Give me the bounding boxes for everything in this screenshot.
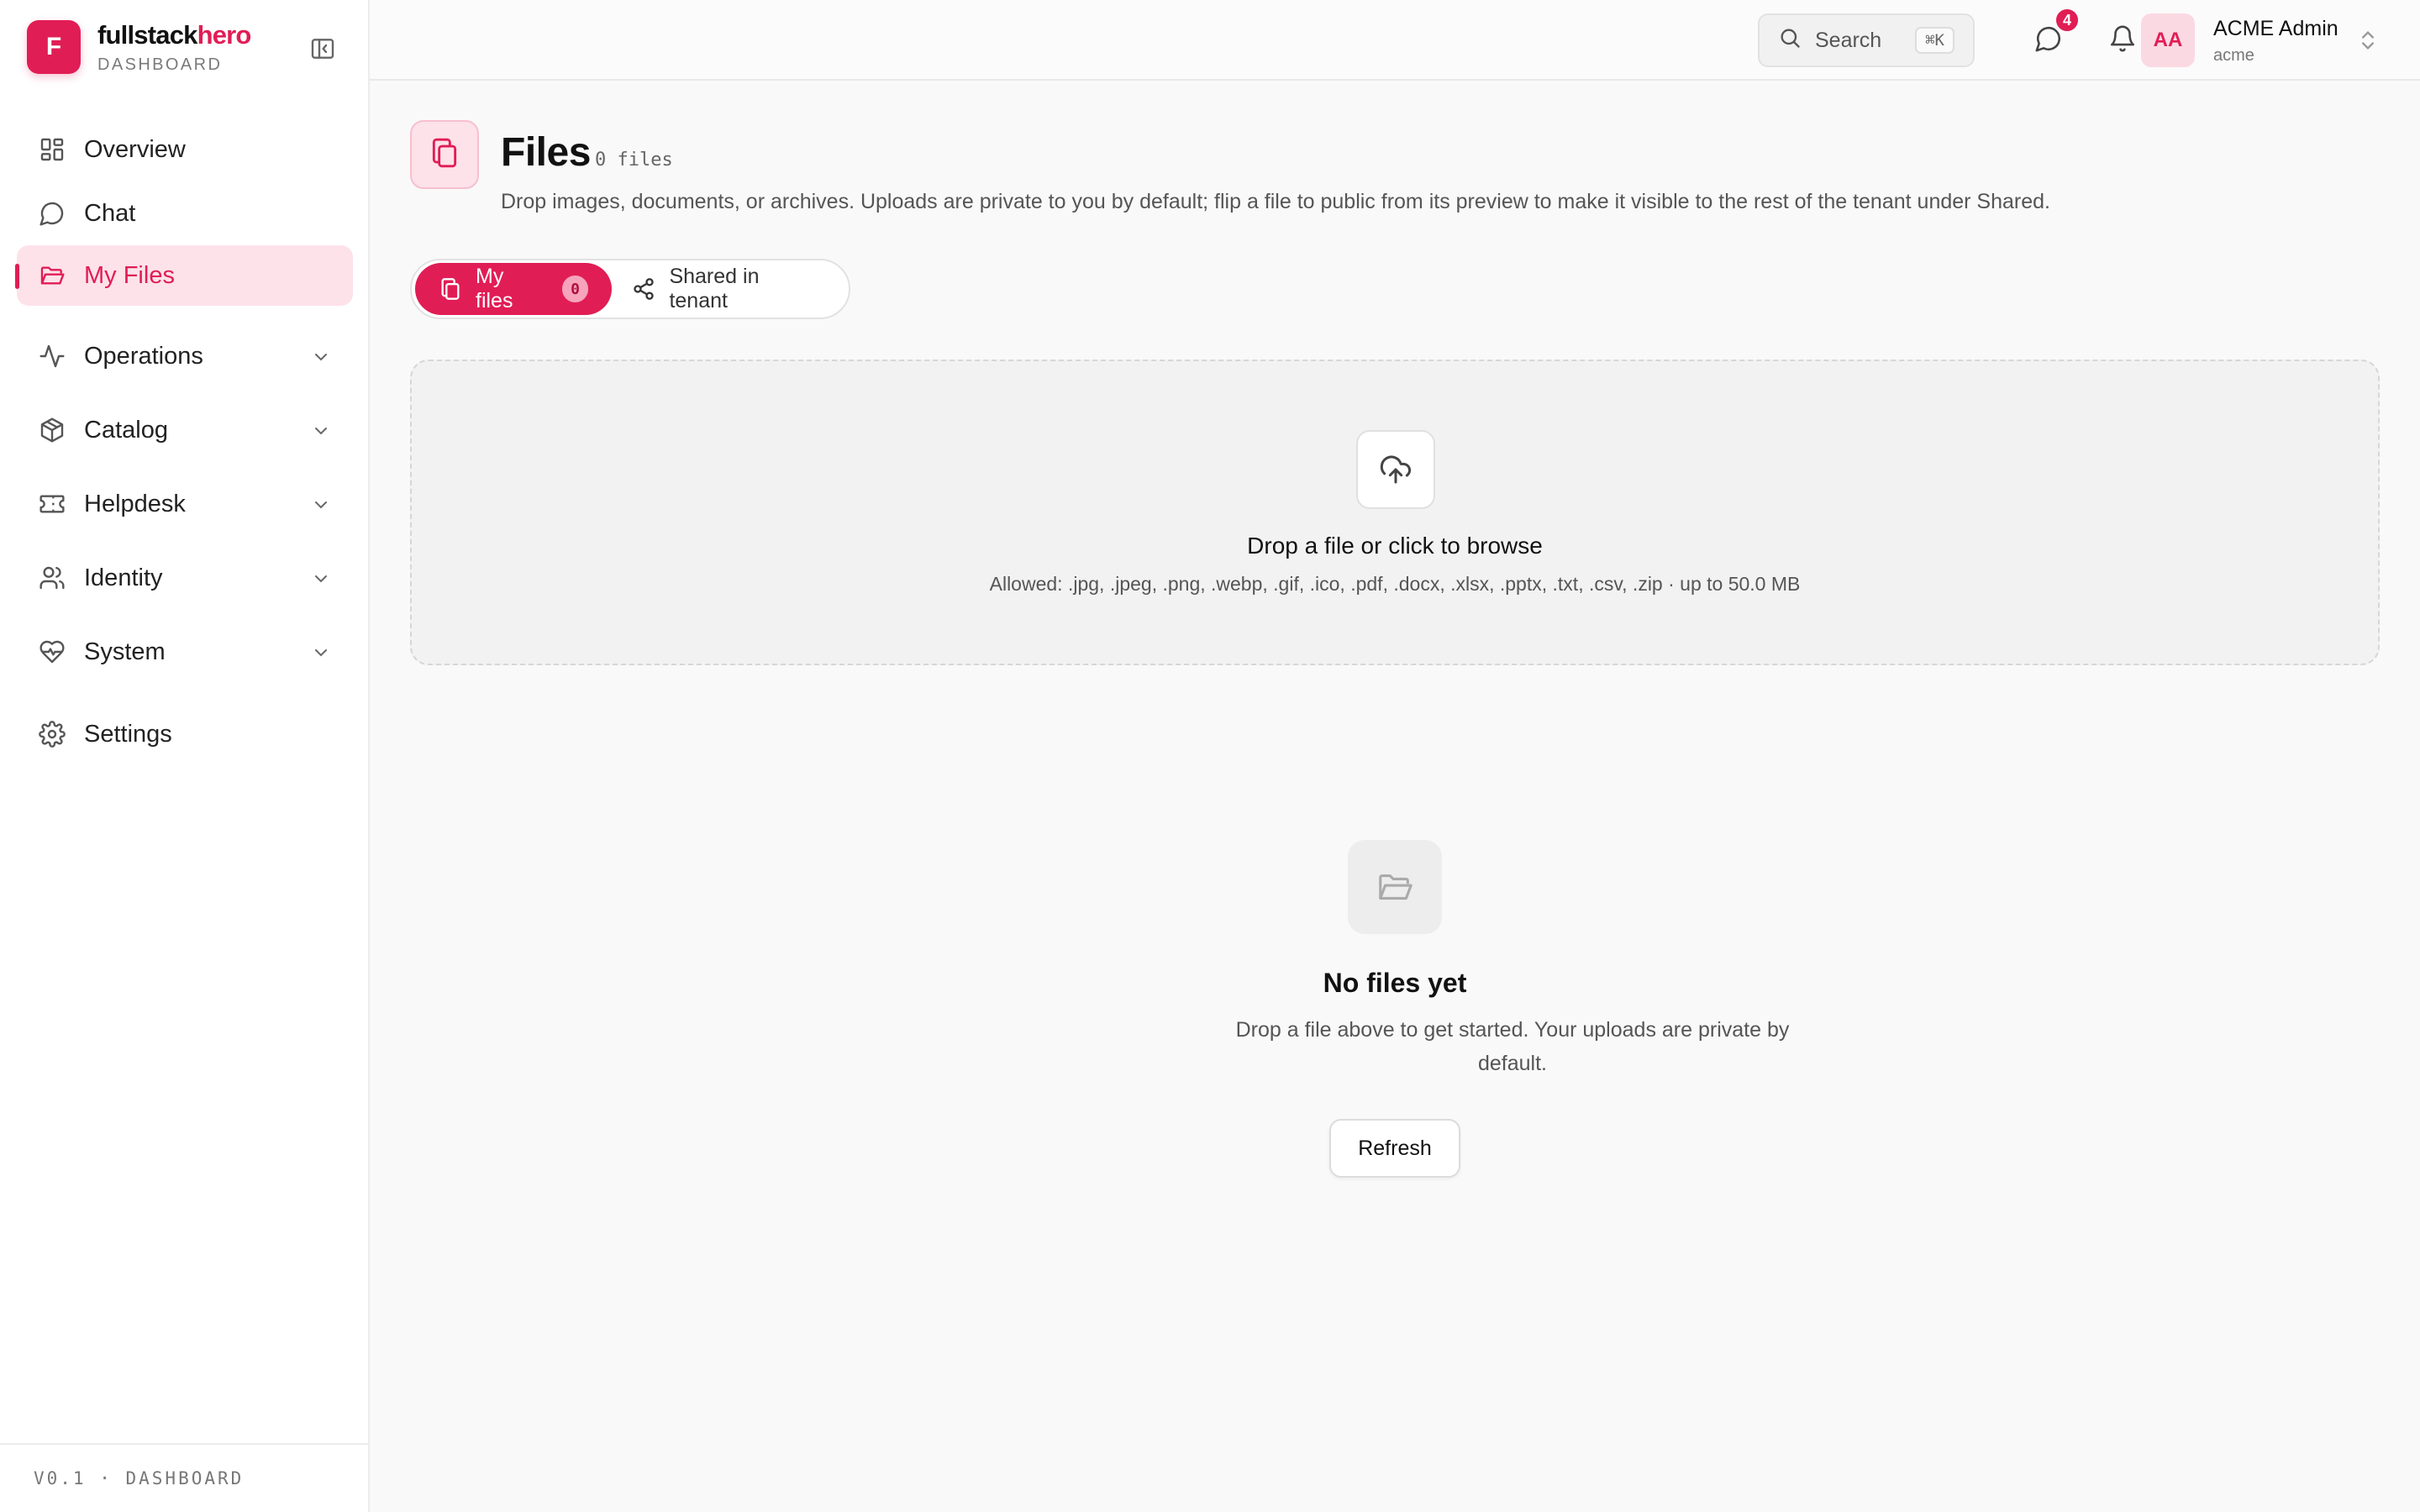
empty-state-description: Drop a file above to get started. Your u… xyxy=(1235,1018,1790,1075)
chevron-down-icon xyxy=(311,568,331,588)
grid-icon xyxy=(37,134,67,165)
sidebar-item-label: Settings xyxy=(84,720,172,748)
page-title: Files xyxy=(501,130,591,175)
box-icon xyxy=(37,415,67,445)
sidebar-item-label: Identity xyxy=(84,564,163,591)
sidebar-item-helpdesk[interactable]: Helpdesk xyxy=(17,474,353,534)
sidebar-item-label: Helpdesk xyxy=(84,490,186,517)
folder-open-icon xyxy=(1348,840,1442,934)
search-label: Search xyxy=(1815,28,1882,52)
heart-pulse-icon xyxy=(37,637,67,667)
files-tabs: My files 0 Shared in tenant xyxy=(410,259,850,319)
tab-shared-in-tenant[interactable]: Shared in tenant xyxy=(612,263,845,315)
dropzone-title: Drop a file or click to browse xyxy=(1247,533,1543,559)
main-content: Search ⌘K 4 AA ACME Admin acme Files 0 f… xyxy=(370,0,2420,1512)
search-button[interactable]: Search ⌘K xyxy=(1758,13,1975,67)
sidebar-item-catalog[interactable]: Catalog xyxy=(17,400,353,460)
file-count: 0 files xyxy=(595,150,673,171)
tab-label: Shared in tenant xyxy=(669,265,760,312)
sidebar-item-identity[interactable]: Identity xyxy=(17,548,353,608)
chevron-down-icon xyxy=(311,642,331,662)
brand[interactable]: F fullstackhero DASHBOARD xyxy=(27,20,343,74)
chevron-down-icon xyxy=(311,494,331,514)
files-icon xyxy=(429,137,460,173)
sidebar-item-my-files[interactable]: My Files xyxy=(15,245,353,306)
search-icon xyxy=(1778,26,1802,55)
folder-open-icon xyxy=(37,260,67,291)
dropzone-allowed-types: Allowed: .jpg, .jpeg, .png, .webp, .gif,… xyxy=(989,573,1801,595)
sidebar-item-label: Chat xyxy=(84,199,136,227)
messages-badge: 4 xyxy=(2054,7,2081,34)
sidebar-item-system[interactable]: System xyxy=(17,622,353,682)
gear-icon xyxy=(37,719,67,749)
file-dropzone[interactable]: Drop a file or click to browse Allowed: … xyxy=(410,360,2380,665)
share-icon xyxy=(632,277,655,301)
topbar: Search ⌘K 4 AA ACME Admin acme xyxy=(370,0,2420,81)
tab-label: My files xyxy=(476,265,513,312)
brand-name: fullstackhero xyxy=(97,20,251,50)
chevron-down-icon xyxy=(311,420,331,440)
files-page-icon xyxy=(410,120,479,189)
refresh-button[interactable]: Refresh xyxy=(1329,1119,1460,1178)
sidebar-collapse-icon[interactable] xyxy=(306,32,339,66)
ticket-icon xyxy=(37,489,67,519)
user-name: ACME Admin xyxy=(2213,17,2338,40)
sidebar-item-label: Overview xyxy=(84,135,186,163)
brand-text: fullstackhero DASHBOARD xyxy=(97,20,251,75)
sidebar-item-label: System xyxy=(84,638,166,665)
chevrons-up-down-icon[interactable] xyxy=(2356,27,2380,54)
brand-subtitle: DASHBOARD xyxy=(97,55,223,74)
tab-count-badge: 0 xyxy=(561,276,589,302)
upload-cloud-icon xyxy=(1356,430,1435,509)
sidebar-item-label: Catalog xyxy=(84,416,168,444)
brand-name-accent: hero xyxy=(197,19,252,50)
brand-name-main: fullstack xyxy=(97,19,197,50)
sidebar-item-chat[interactable]: Chat xyxy=(17,183,353,244)
user-org: acme xyxy=(2213,46,2254,65)
chevron-down-icon xyxy=(311,346,331,366)
brand-logo: F xyxy=(27,20,81,74)
sidebar-item-operations[interactable]: Operations xyxy=(17,326,353,386)
tab-my-files[interactable]: My files 0 xyxy=(415,263,613,315)
page-description: Drop images, documents, or archives. Upl… xyxy=(501,190,2050,213)
sidebar-item-label: My Files xyxy=(84,261,175,289)
files-icon xyxy=(439,277,462,301)
notifications-button[interactable] xyxy=(2104,22,2141,59)
version-label: V0.1 · DASHBOARD xyxy=(0,1443,368,1512)
chat-bubble-icon xyxy=(37,198,67,228)
user-menu[interactable]: ACME Admin acme xyxy=(2213,17,2338,66)
avatar[interactable]: AA xyxy=(2141,13,2195,67)
sidebar-item-overview[interactable]: Overview xyxy=(17,119,353,180)
messages-button[interactable]: 4 xyxy=(2030,7,2081,59)
sidebar-item-settings[interactable]: Settings xyxy=(17,704,353,764)
activity-icon xyxy=(37,341,67,371)
app: F fullstackhero DASHBOARD Overview Chat … xyxy=(0,0,2420,1512)
search-shortcut: ⌘K xyxy=(1915,27,1954,54)
users-icon xyxy=(37,563,67,593)
bell-icon xyxy=(2108,24,2137,57)
sidebar: F fullstackhero DASHBOARD Overview Chat … xyxy=(0,0,370,1512)
empty-state-title: No files yet xyxy=(1323,968,1467,998)
sidebar-item-label: Operations xyxy=(84,342,203,370)
